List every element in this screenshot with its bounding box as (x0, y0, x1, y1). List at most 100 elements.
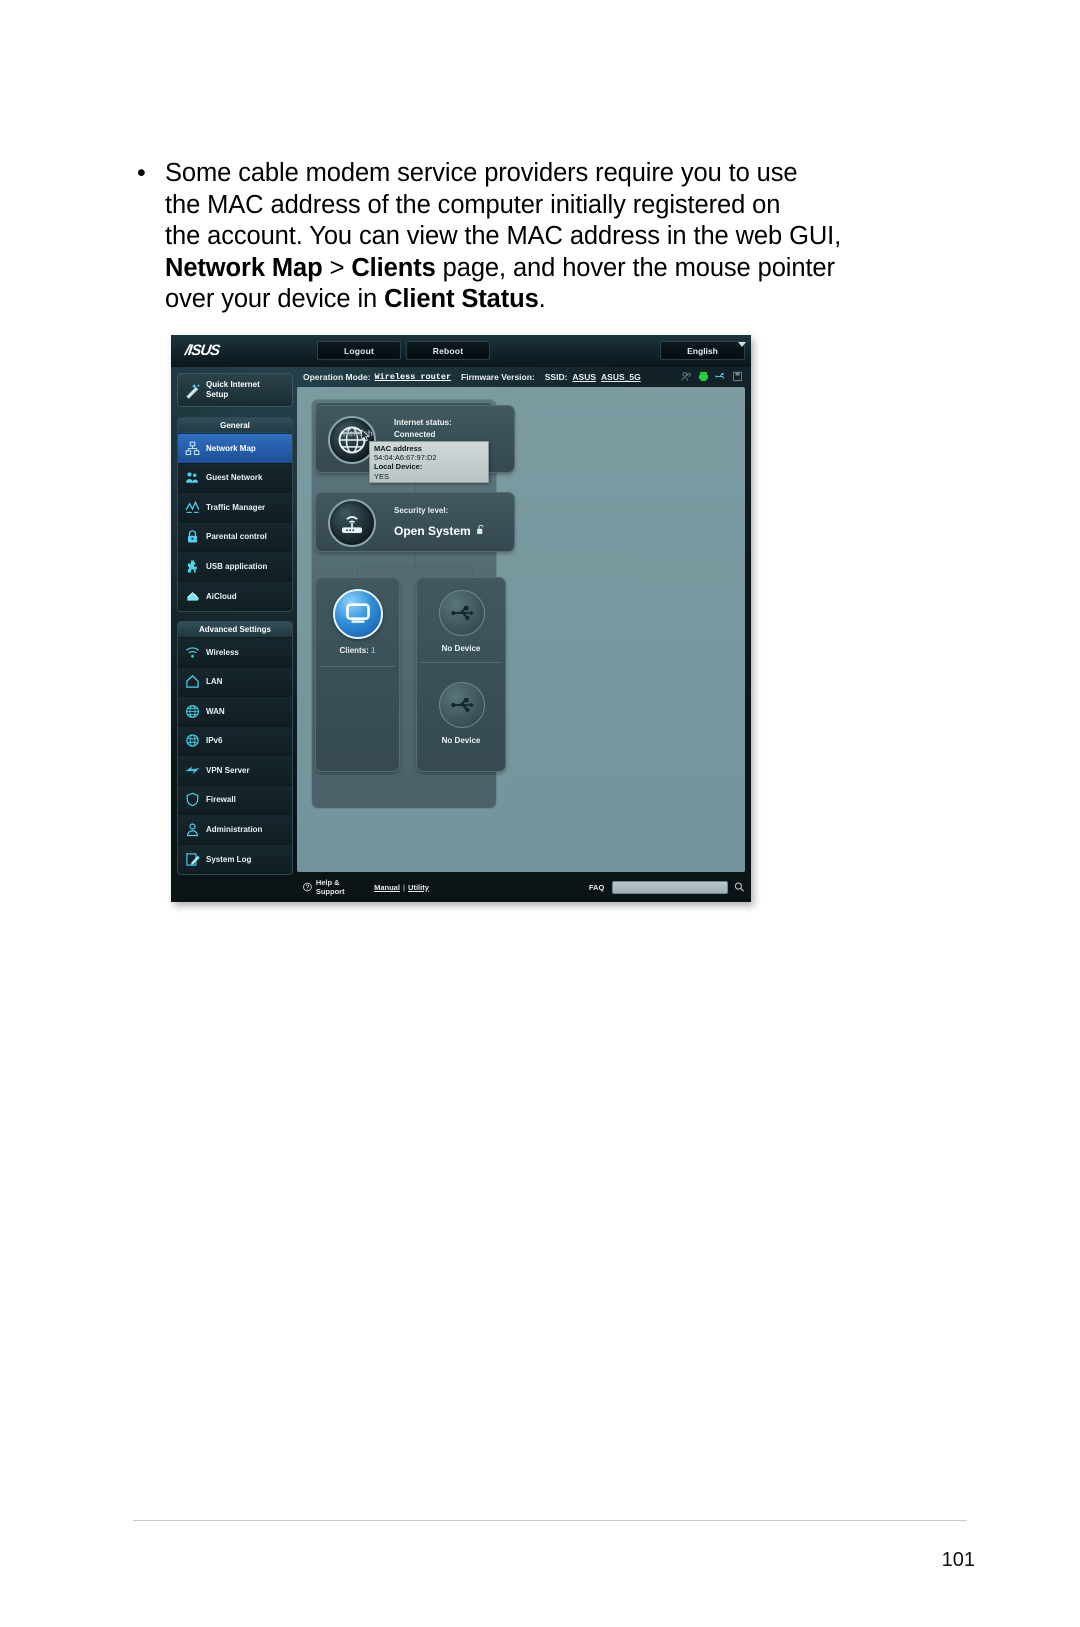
connector-line (357, 566, 473, 567)
clients-count-value: 1 (371, 646, 376, 655)
sidebar-item-administration[interactable]: Administration (178, 815, 292, 845)
sidebar-item-guest-network[interactable]: Guest Network (178, 463, 292, 493)
sidebar-item-quick-internet-setup[interactable]: Quick Internet Setup (177, 373, 293, 407)
clients-disc (333, 589, 383, 639)
sidebar-item-lan-label: LAN (206, 677, 223, 687)
sidebar-item-ipv6-label: IPv6 (206, 736, 223, 746)
puzzle-icon (187, 560, 197, 573)
logout-button[interactable]: Logout (317, 341, 401, 360)
ssid-value-2g[interactable]: ASUS (572, 372, 596, 382)
magic-wand-icon (186, 383, 200, 399)
note-text: Some cable modem service providers requi… (165, 158, 841, 316)
ssid-label: SSID: (544, 372, 568, 382)
usb-device-1-label: No Device (441, 644, 481, 653)
bullet-marker: • (137, 159, 146, 187)
sidebar-group-general: General Network Map Guest Network Traffi… (177, 417, 293, 612)
tooltip-local-device-label: Local Device: (374, 462, 423, 472)
traffic-manager-icon (185, 500, 200, 513)
help-support-link[interactable]: Help & Support (303, 878, 364, 896)
note-line-4-rest: page, and hover the mouse pointer (435, 253, 835, 282)
sidebar-item-wireless[interactable]: Wireless (178, 638, 292, 668)
vpn-icon (185, 766, 200, 775)
usb-device-2-label: No Device (441, 736, 481, 745)
sidebar-item-parental-control[interactable]: Parental control (178, 522, 292, 552)
language-select[interactable]: English (660, 341, 745, 360)
usb-disc-1 (439, 590, 485, 636)
internet-status-value: Connected (394, 429, 436, 439)
faq-search-input[interactable] (612, 880, 729, 894)
user-icon (187, 823, 198, 836)
sidebar-item-guest-network-label: Guest Network (206, 473, 263, 483)
router-topbar: /ISUS Logout Reboot English (171, 335, 751, 367)
note-bold-network-map: Network Map (165, 253, 323, 282)
sidebar-item-vpn-server-label: VPN Server (206, 765, 250, 775)
globe-icon (186, 704, 199, 718)
panel-divider (320, 666, 395, 667)
operation-mode-value[interactable]: Wireless router (375, 372, 452, 382)
note-bold-clients: Clients (351, 253, 436, 282)
lock-icon (188, 530, 197, 543)
search-icon[interactable] (734, 881, 745, 893)
qis-line-2: Setup (206, 390, 229, 399)
sidebar-item-system-log[interactable]: System Log (178, 844, 292, 874)
faq-label: FAQ (588, 882, 605, 892)
sidebar-item-vpn-server[interactable]: VPN Server (178, 756, 292, 786)
router-content-area: Internet status: Connected WAN IP: 192.1… (297, 387, 745, 872)
sidebar-item-traffic-manager[interactable]: Traffic Manager (178, 493, 292, 523)
sidebar-item-wan-label: WAN (206, 706, 225, 716)
connector-line (415, 552, 416, 566)
log-icon (186, 853, 200, 866)
connector-line (472, 566, 473, 577)
clients-label-text: Clients: (339, 646, 372, 655)
sidebar-item-lan[interactable]: LAN (178, 667, 292, 697)
save-icon[interactable] (732, 371, 743, 382)
note-paragraph: • Some cable modem service providers req… (133, 158, 913, 316)
sidebar-item-network-map[interactable]: Network Map (178, 434, 292, 464)
note-line-5-post: . (538, 285, 546, 313)
language-label: English (687, 345, 718, 356)
note-line-2: the MAC address of the computer initiall… (165, 190, 781, 219)
usb-disc-2 (439, 682, 485, 728)
note-line-1: Some cable modem service providers requi… (165, 159, 798, 187)
users-icon[interactable] (681, 371, 692, 382)
ssid-value-5g[interactable]: ASUS_5G (601, 372, 641, 382)
manual-link[interactable]: Manual (374, 883, 400, 892)
sidebar-item-wan[interactable]: WAN (178, 697, 292, 727)
shield-icon (186, 792, 199, 807)
router-sidebar: Quick Internet Setup General Network Map (177, 373, 293, 884)
tooltip-mac-label: MAC address (374, 444, 422, 453)
security-level-panel[interactable]: Security level: Open System (315, 492, 515, 552)
sidebar-item-administration-label: Administration (206, 824, 263, 834)
unlock-icon[interactable] (476, 524, 485, 535)
usb-icon[interactable] (715, 371, 726, 382)
wifi-icon (186, 647, 199, 658)
cloud-icon (187, 591, 199, 601)
note-bold-client-status: Client Status (384, 285, 539, 313)
network-map-icon (185, 441, 200, 455)
reboot-button[interactable]: Reboot (406, 341, 490, 360)
clients-panel[interactable]: Clients: 1 (315, 577, 400, 772)
sidebar-item-parental-control-label: Parental control (206, 532, 267, 542)
usb-panel[interactable]: No Device No Device (416, 577, 506, 772)
sidebar-item-usb-application[interactable]: USB application (178, 552, 292, 582)
security-level-label: Security level: (394, 506, 449, 515)
note-line-3: the account. You can view the MAC addres… (165, 222, 842, 250)
usb-icon (451, 697, 474, 713)
operation-mode-label: Operation Mode: (303, 372, 371, 382)
sidebar-item-aicloud-label: AiCloud (206, 591, 237, 601)
page-footer-rule (133, 1520, 967, 1521)
sidebar-item-network-map-label: Network Map (206, 443, 256, 453)
security-value-text: Open System (394, 524, 471, 538)
home-icon (186, 675, 199, 688)
mouse-cursor-icon (361, 429, 370, 442)
sidebar-group-general-title: General (178, 418, 292, 434)
qis-line-1: Quick Internet (206, 380, 260, 389)
sidebar-item-firewall[interactable]: Firewall (178, 785, 292, 815)
internet-status-label: Internet status: (394, 418, 452, 427)
sidebar-item-aicloud[interactable]: AiCloud (178, 581, 292, 611)
printer-icon[interactable] (698, 371, 709, 382)
utility-link[interactable]: Utility (408, 883, 429, 892)
client-mac-tooltip: MAC address 54:04:A6:67:97:D2 Local Devi… (369, 441, 489, 483)
chevron-down-icon[interactable] (738, 342, 746, 347)
sidebar-item-ipv6[interactable]: IPv6 (178, 726, 292, 756)
